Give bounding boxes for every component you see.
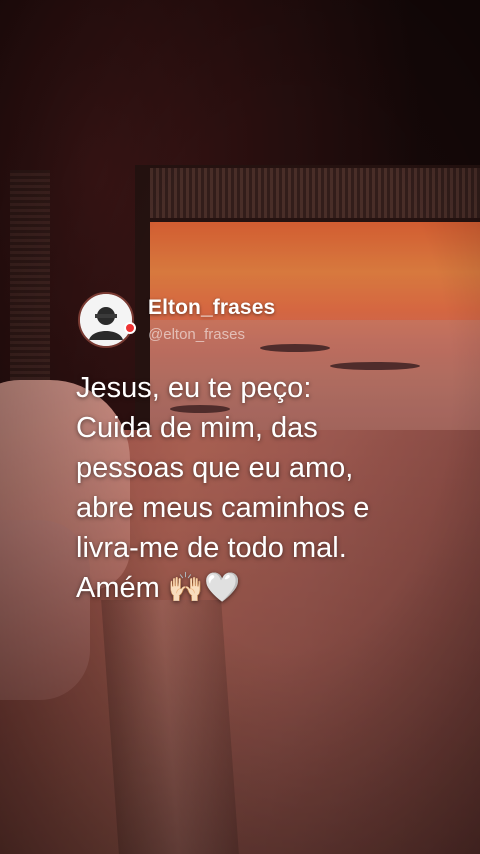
quote-line: Amém 🙌🏻🤍	[76, 572, 241, 604]
quote-line: pessoas que eu amo,	[76, 452, 354, 484]
quote-line: livra-me de todo mal.	[76, 532, 347, 564]
quote-line: Jesus, eu te peço:	[76, 372, 312, 404]
quote-line: Cuida de mim, das	[76, 412, 318, 444]
quote-line: abre meus caminhos e	[76, 492, 370, 524]
verified-badge-icon	[124, 322, 136, 334]
avatar[interactable]	[78, 292, 134, 348]
quote-text: Jesus, eu te peço: Cuida de mim, das pes…	[76, 368, 456, 608]
profile-names: Elton_frases @elton_frases	[148, 296, 275, 343]
profile-header[interactable]: Elton_frases @elton_frases	[78, 292, 275, 348]
avatar-placeholder-icon	[80, 294, 132, 346]
display-name[interactable]: Elton_frases	[148, 296, 275, 320]
user-handle[interactable]: @elton_frases	[148, 326, 275, 343]
